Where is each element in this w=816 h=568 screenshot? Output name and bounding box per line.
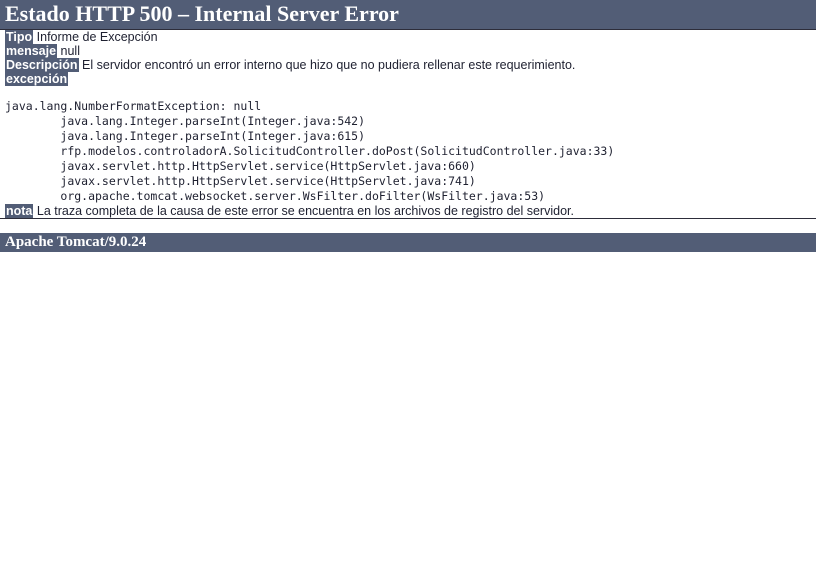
field-excepcion-label: excepción: [5, 72, 69, 86]
footer-spacer: [0, 219, 816, 233]
field-nota-label: nota: [5, 204, 34, 218]
error-page: Estado HTTP 500 – Internal Server Error …: [0, 0, 816, 252]
field-tipo-label: Tipo: [5, 30, 34, 44]
field-mensaje: mensaje null: [0, 44, 816, 58]
field-tipo: Tipo Informe de Excepción: [0, 30, 816, 44]
field-excepcion: excepción: [0, 72, 816, 86]
field-nota-value: La traza completa de la causa de este er…: [36, 204, 574, 218]
page-title: Estado HTTP 500 – Internal Server Error: [0, 0, 816, 29]
stack-trace: java.lang.NumberFormatException: null ja…: [5, 99, 615, 203]
field-mensaje-label: mensaje: [5, 44, 58, 58]
field-descripcion: Descripción El servidor encontró un erro…: [0, 58, 816, 72]
field-descripcion-label: Descripción: [5, 58, 79, 72]
field-descripcion-value: El servidor encontró un error interno qu…: [82, 58, 576, 72]
field-nota: nota La traza completa de la causa de es…: [0, 204, 816, 218]
field-tipo-value: Informe de Excepción: [36, 30, 158, 44]
field-mensaje-value: null: [60, 44, 80, 58]
server-version-footer: Apache Tomcat/9.0.24: [0, 233, 816, 252]
